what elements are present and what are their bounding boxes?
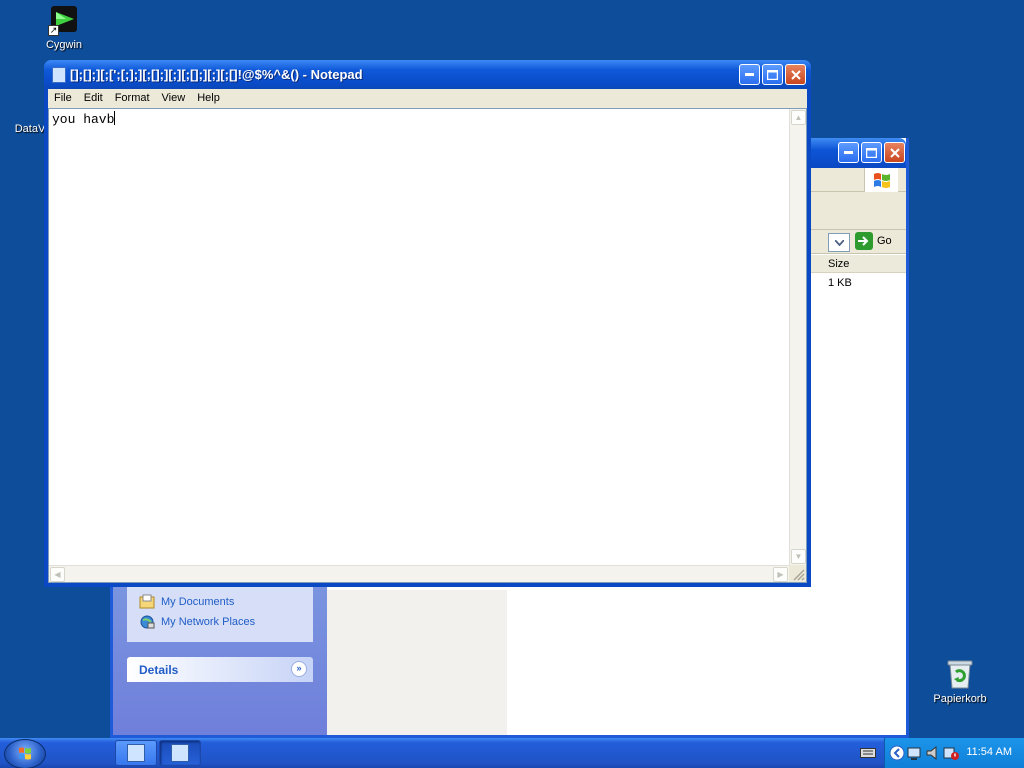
explorer-minimize-button[interactable] bbox=[838, 142, 859, 163]
notepad-task-icon bbox=[171, 744, 189, 762]
notepad-close-button[interactable] bbox=[785, 64, 806, 85]
start-button[interactable] bbox=[4, 739, 46, 768]
network-icon[interactable] bbox=[907, 745, 923, 761]
security-alert-icon[interactable] bbox=[943, 745, 959, 761]
scroll-up-button[interactable]: ▲ bbox=[791, 110, 806, 125]
explorer-task-pane: My Documents My Network Places Details » bbox=[113, 568, 327, 735]
menu-view[interactable]: View bbox=[156, 89, 192, 108]
details-panel-header[interactable]: Details » bbox=[127, 657, 313, 682]
scroll-left-button[interactable]: ◀ bbox=[50, 567, 65, 582]
cygwin-icon: ↗ bbox=[48, 4, 80, 36]
chevron-down-icon[interactable]: » bbox=[291, 661, 307, 677]
notepad-maximize-button[interactable] bbox=[762, 64, 783, 85]
taskbar: 11:54 AM bbox=[0, 738, 1024, 768]
menu-format[interactable]: Format bbox=[109, 89, 156, 108]
explorer-maximize-button[interactable] bbox=[861, 142, 882, 163]
system-tray: 11:54 AM bbox=[884, 738, 1024, 768]
taskbar-button-notepad[interactable] bbox=[159, 740, 201, 766]
windows-logo-icon bbox=[864, 168, 898, 192]
clock[interactable]: 11:54 AM bbox=[966, 746, 1012, 758]
explorer-task-icon bbox=[127, 744, 145, 762]
side-link-my-documents[interactable]: My Documents bbox=[139, 594, 234, 610]
details-label: Details bbox=[139, 663, 179, 677]
side-link-label: My Network Places bbox=[161, 616, 256, 628]
text-caret bbox=[114, 111, 116, 125]
go-button[interactable]: Go bbox=[855, 232, 892, 250]
explorer-close-button[interactable] bbox=[884, 142, 905, 163]
address-dropdown-button[interactable] bbox=[828, 233, 850, 252]
my-network-places-icon bbox=[140, 615, 155, 629]
desktop-icon-recycle-bin[interactable]: Papierkorb bbox=[920, 656, 1000, 705]
desktop-icon-cygwin[interactable]: ↗ Cygwin bbox=[24, 4, 104, 51]
menu-help[interactable]: Help bbox=[191, 89, 226, 108]
notepad-text-area[interactable]: you havb ▲ ▼ ◀ ▶ bbox=[48, 108, 807, 583]
notepad-window[interactable]: [];[];][;[';[;];][;[];][;][;[];][;][;[]!… bbox=[44, 60, 811, 587]
horizontal-scrollbar[interactable]: ◀ ▶ bbox=[49, 565, 789, 582]
side-link-my-network-places[interactable]: My Network Places bbox=[139, 614, 255, 630]
keyboard-icon[interactable] bbox=[860, 746, 876, 760]
taskbar-button-explorer[interactable] bbox=[115, 740, 157, 766]
column-header-size[interactable]: Size bbox=[828, 258, 849, 270]
resize-grip-icon[interactable] bbox=[789, 565, 806, 582]
show-hidden-icons-icon[interactable] bbox=[889, 745, 905, 761]
notepad-text-line: you havb bbox=[52, 111, 116, 127]
speaker-icon[interactable] bbox=[925, 745, 941, 761]
file-size-value: 1 KB bbox=[828, 277, 852, 289]
notepad-menu-bar: File Edit Format View Help bbox=[48, 89, 807, 108]
my-documents-icon bbox=[139, 594, 155, 609]
windows-start-icon bbox=[19, 747, 31, 760]
desktop-icon-label: Cygwin bbox=[45, 39, 83, 51]
scroll-down-button[interactable]: ▼ bbox=[791, 549, 806, 564]
notepad-title-bar[interactable]: [];[];][;[';[;];][;[];][;][;[];][;][;[]!… bbox=[44, 60, 811, 89]
notepad-minimize-button[interactable] bbox=[739, 64, 760, 85]
shortcut-arrow-icon: ↗ bbox=[48, 25, 59, 36]
explorer-content-area bbox=[327, 590, 507, 735]
scroll-right-button[interactable]: ▶ bbox=[773, 567, 788, 582]
notepad-content: you havb bbox=[52, 112, 115, 127]
menu-file[interactable]: File bbox=[48, 89, 78, 108]
recycle-bin-icon bbox=[945, 656, 975, 690]
vertical-scrollbar[interactable]: ▲ ▼ bbox=[789, 109, 806, 565]
side-link-label: My Documents bbox=[161, 596, 235, 608]
desktop-icon-label: Papierkorb bbox=[933, 693, 987, 705]
notepad-title: [];[];][;[';[;];][;[];][;][;[];][;][;[]!… bbox=[70, 67, 363, 82]
go-label: Go bbox=[877, 235, 892, 247]
notepad-icon bbox=[52, 67, 66, 83]
go-arrow-icon bbox=[855, 232, 873, 250]
menu-edit[interactable]: Edit bbox=[78, 89, 109, 108]
